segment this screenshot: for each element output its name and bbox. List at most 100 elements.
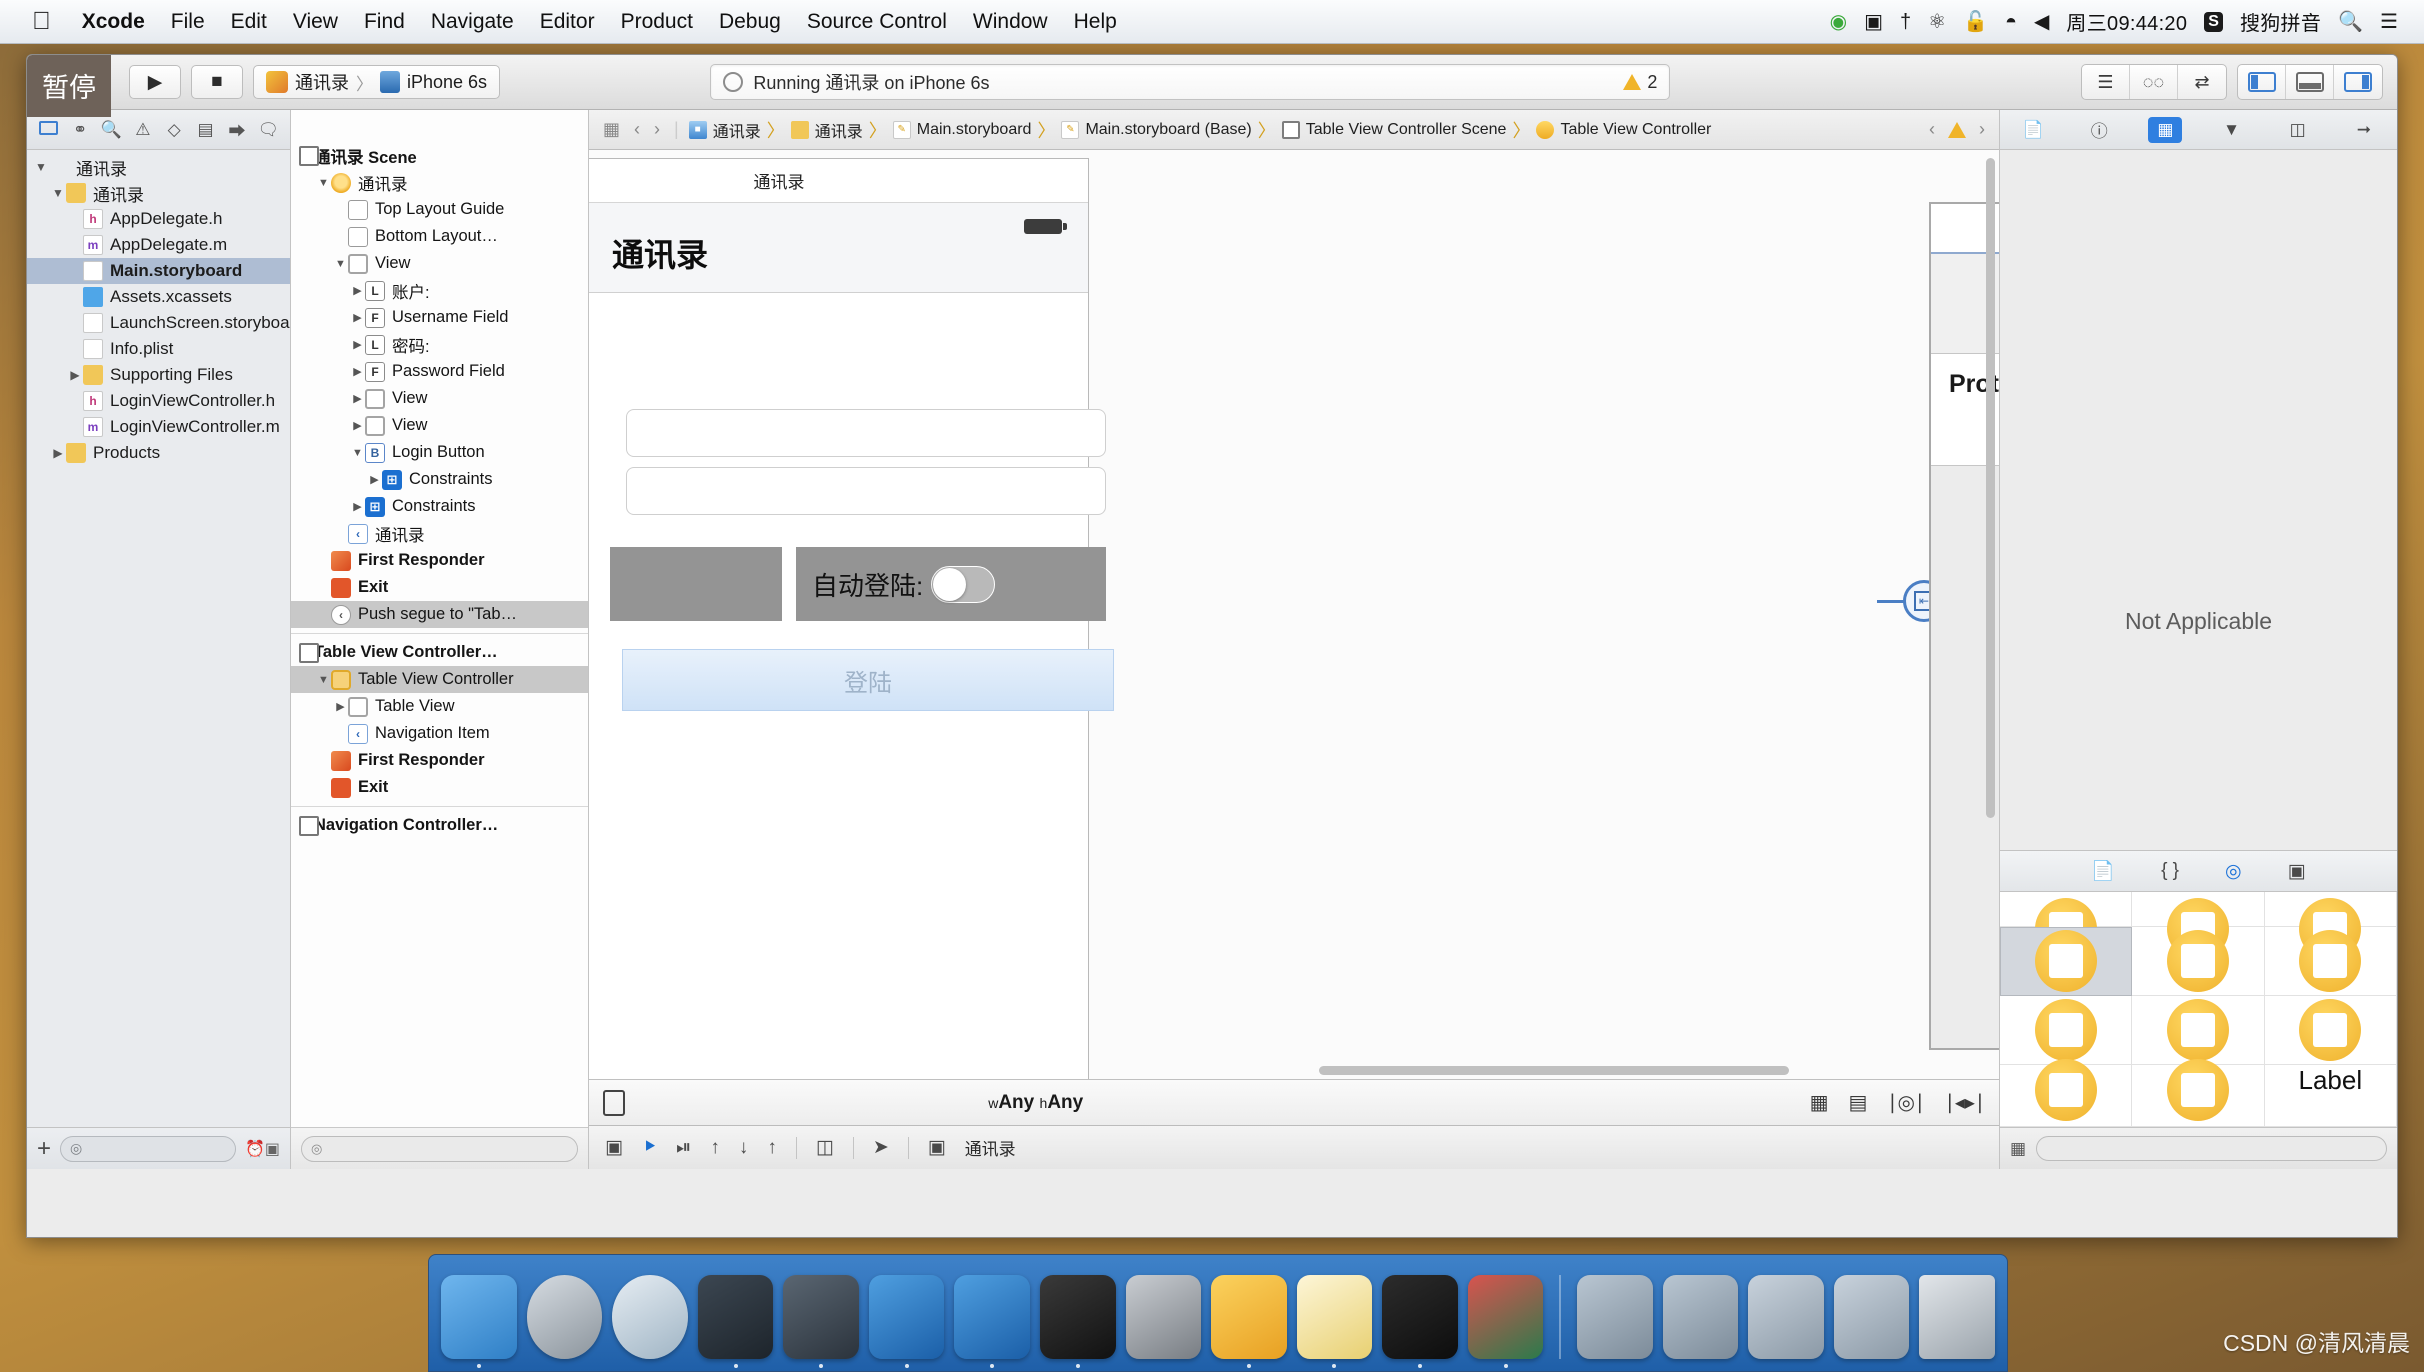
menu-item-debug[interactable]: Debug (706, 10, 794, 34)
utilities-pane-toggle[interactable] (2334, 65, 2382, 99)
stop-button[interactable]: ■ (191, 65, 243, 99)
navigator-pane-toggle[interactable] (2238, 65, 2286, 99)
menu-item-product[interactable]: Product (608, 10, 706, 34)
dock-app-finder[interactable] (441, 1275, 517, 1368)
navigator-row[interactable]: Info.plist (27, 336, 290, 362)
outline-row[interactable]: ▼Table View Controller… (291, 639, 588, 666)
dock-app-notes[interactable] (1296, 1275, 1373, 1368)
outline-row[interactable]: ▶Navigation Controller… (291, 812, 588, 839)
view-debugging-icon[interactable]: ◫ (816, 1136, 834, 1159)
object-library-icon[interactable]: ◎ (2225, 860, 2242, 883)
dock-app-trash[interactable] (1919, 1275, 1995, 1359)
airplay-icon[interactable]: † (1900, 12, 1911, 32)
username-field[interactable] (626, 409, 1106, 457)
storyboard-canvas[interactable]: 通讯录 通讯录 自动登陆: 登陆 ⇤ Prot (589, 150, 1999, 1079)
disclosure-closed-icon[interactable]: ▶ (367, 473, 382, 486)
library-item[interactable] (2000, 996, 2133, 1065)
menu-bar-clock[interactable]: 周三09:44:20 (2066, 7, 2187, 36)
navigator-row[interactable]: m LoginViewController.m (27, 414, 290, 440)
library-item[interactable] (2132, 1058, 2265, 1127)
version-editor-icon[interactable]: ⇄ (2178, 65, 2226, 99)
dock-app-iterm[interactable] (1382, 1275, 1458, 1368)
disclosure-closed-icon[interactable]: ▶ (350, 338, 365, 351)
document-outline-tree[interactable]: ▼通讯录 Scene▼通讯录Top Layout GuideBottom Lay… (291, 136, 588, 1127)
lock-icon[interactable]: 🔓 (1963, 12, 1988, 32)
disclosure-closed-icon[interactable]: ▶ (350, 500, 365, 513)
library-filter-input[interactable] (2036, 1136, 2387, 1161)
outline-row[interactable]: ▶ ⊞ Constraints (291, 466, 588, 493)
outline-row[interactable]: ‹ Push segue to "Tab… (291, 601, 588, 628)
file-template-library-icon[interactable]: 📄 (2091, 859, 2115, 883)
outline-row[interactable]: First Responder (291, 547, 588, 574)
outline-row[interactable]: ▼ View (291, 250, 588, 277)
library-view-toggle[interactable]: ▦ (2010, 1139, 2026, 1159)
location-simulation-icon[interactable]: ➤ (873, 1136, 889, 1159)
disclosure-closed-icon[interactable]: ▶ (333, 700, 348, 713)
navigator-row[interactable]: LaunchScreen.storyboard (27, 310, 290, 336)
breadcrumb-item-controller[interactable]: Table View Controller (1536, 120, 1711, 139)
disclosure-closed-icon[interactable]: ▶ (350, 419, 365, 432)
size-class-label[interactable]: wAny hAny (988, 1092, 1083, 1114)
dock-app-terminal[interactable] (1039, 1275, 1116, 1368)
outline-row[interactable]: ▶ Table View (291, 693, 588, 720)
outline-row[interactable]: ▼通讯录 Scene (291, 142, 588, 169)
menu-item-file[interactable]: File (158, 10, 218, 34)
code-snippet-library-icon[interactable]: { } (2161, 860, 2179, 882)
scheme-destination-selector[interactable]: 通讯录 〉 iPhone 6s (253, 65, 501, 99)
breakpoint-icon[interactable]: ⯈ (642, 1137, 657, 1159)
navigator-row[interactable]: ▼ 通讯录 (27, 154, 290, 180)
volume-icon[interactable]: ◀ (2034, 12, 2049, 32)
device-icon[interactable] (603, 1089, 625, 1116)
previous-issue-button[interactable]: ‹ (1925, 119, 1939, 140)
assistant-editor-icon[interactable]: ◌◌ (2130, 65, 2178, 99)
outline-row[interactable]: First Responder (291, 747, 588, 774)
outline-row[interactable]: ▶ L 账户: (291, 277, 588, 304)
view-hierarchy-icon[interactable]: ▣ (605, 1136, 623, 1159)
run-button[interactable]: ▶ (129, 65, 181, 99)
file-inspector-icon[interactable]: 📄 (2016, 117, 2050, 143)
disclosure-closed-icon[interactable]: ▶ (350, 365, 365, 378)
dock-app-mouse-app[interactable] (697, 1275, 774, 1368)
activity-view[interactable]: Running 通讯录 on iPhone 6s 2 (710, 64, 1671, 100)
warning-indicator[interactable]: 2 (1623, 72, 1657, 93)
outline-row[interactable]: Bottom Layout… (291, 223, 588, 250)
outline-row[interactable]: ▼ 通讯录 (291, 169, 588, 196)
menu-item-navigate[interactable]: Navigate (418, 10, 527, 34)
auto-login-view[interactable]: 自动登陆: (796, 547, 1106, 621)
dock-app-sketch[interactable] (1211, 1275, 1287, 1368)
project-navigator-icon[interactable] (37, 120, 61, 140)
library-item[interactable] (2132, 926, 2265, 996)
wifi-icon[interactable]: ◓ (2005, 12, 2017, 32)
disclosure-closed-icon[interactable]: ▶ (350, 392, 365, 405)
library-item[interactable] (2000, 892, 2133, 960)
outline-row[interactable]: Top Layout Guide (291, 196, 588, 223)
disclosure-closed-icon[interactable]: ▶ (350, 311, 365, 324)
source-control-navigator-icon[interactable]: ⚭ (68, 120, 92, 140)
step-into-icon[interactable]: ↓ (739, 1137, 749, 1159)
outline-row[interactable]: ▶ View (291, 412, 588, 439)
dock-app-screenshot-1[interactable] (1577, 1275, 1653, 1359)
grid-icon[interactable]: ▦ (1810, 1090, 1829, 1115)
breakpoint-navigator-icon[interactable]: ⮕ (225, 117, 249, 142)
menu-item-find[interactable]: Find (351, 10, 418, 34)
add-file-button[interactable]: + (37, 1136, 51, 1161)
library-item[interactable] (2264, 926, 2397, 996)
navigator-row[interactable]: h AppDelegate.h (27, 206, 290, 232)
library-item[interactable] (2264, 892, 2397, 960)
input-method-badge[interactable]: S (2204, 11, 2223, 32)
pin-icon[interactable]: ∣◎∣ (1887, 1090, 1924, 1115)
menu-item-source-control[interactable]: Source Control (794, 10, 960, 34)
disclosure-closed-icon[interactable]: ▶ (67, 368, 83, 382)
disclosure-open-icon[interactable]: ▼ (350, 447, 365, 459)
dock-app-system-preferences[interactable] (1125, 1275, 1202, 1359)
input-method-label[interactable]: 搜狗拼音 (2240, 7, 2321, 36)
test-navigator-icon[interactable]: ◇ (162, 120, 186, 140)
align-icon[interactable]: ▤ (1849, 1090, 1868, 1115)
navigator-filter-options[interactable]: ⏰▣ (245, 1139, 280, 1159)
library-item[interactable]: Label (2264, 1064, 2397, 1127)
login-scene[interactable]: 通讯录 通讯录 自动登陆: 登陆 (589, 158, 1114, 1079)
resolve-issues-icon[interactable]: ∣◂▸∣ (1945, 1090, 1985, 1115)
debug-process-label[interactable]: 通讯录 (965, 1135, 1016, 1160)
left-gray-view[interactable] (610, 547, 782, 621)
issue-navigator-icon[interactable]: ⚠ (131, 120, 155, 140)
